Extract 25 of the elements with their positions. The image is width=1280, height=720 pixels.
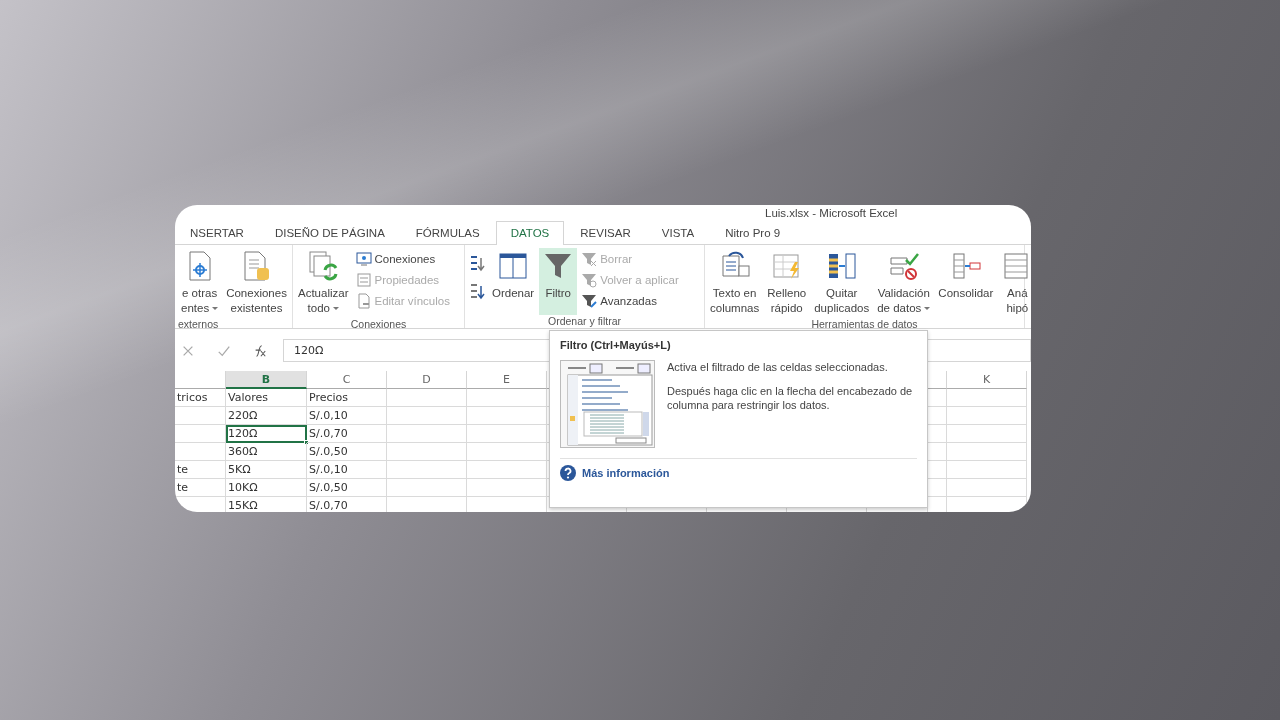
table-cell: te [175, 461, 226, 479]
table-cell: S/.0,50 [307, 479, 387, 497]
table-cell: 10KΩ [226, 479, 307, 497]
tooltip-title: Filtro (Ctrl+Mayús+L) [560, 338, 672, 353]
window-title: Luis.xlsx - Microsoft Excel [765, 207, 898, 219]
group-label: Ordenar y filtrar [548, 315, 621, 327]
tooltip-text: Después haga clic en la flecha del encabezado de columna para restringir los datos. [667, 383, 914, 412]
table-cell: 220Ω [226, 407, 307, 425]
table-cell: S/.0,10 [307, 407, 387, 425]
table-cell: 120Ω [226, 425, 307, 443]
table-cell: 15KΩ [226, 497, 307, 512]
tooltip-text: Activa el filtrado de las celdas seleccionadas. [667, 359, 889, 374]
table-cell: S/.0,70 [307, 497, 387, 512]
table-cell: tricos [175, 389, 226, 407]
group-label: externos [178, 318, 219, 330]
group-label: Herramientas de datos [811, 318, 918, 330]
table-cell: S/.0,10 [307, 461, 387, 479]
table-cell: S/.0,70 [307, 425, 387, 443]
table-cell: te [175, 479, 226, 497]
table-cell: Valores [226, 389, 307, 407]
table-cell: 360Ω [226, 443, 307, 461]
table-cell: 5KΩ [226, 461, 307, 479]
table-cell: Precios [307, 389, 387, 407]
group-label: Conexiones [350, 318, 407, 330]
table-cell: S/.0,50 [307, 443, 387, 461]
